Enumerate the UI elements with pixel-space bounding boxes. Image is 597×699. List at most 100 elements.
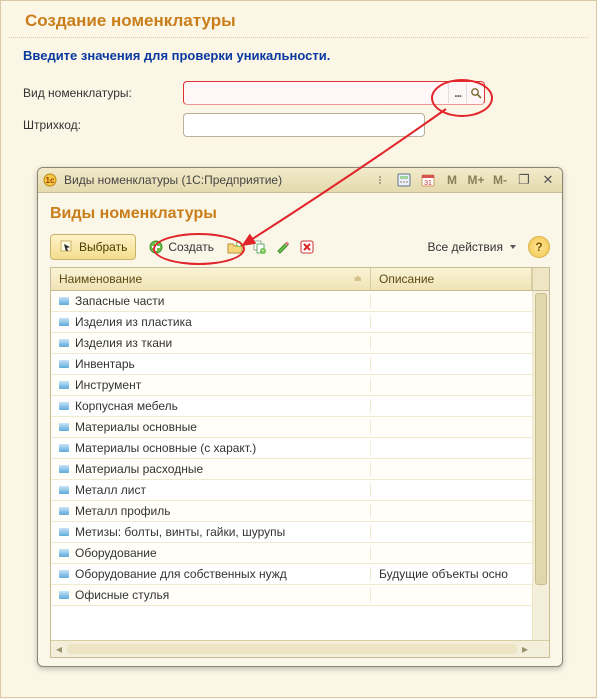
- window-restore-button[interactable]: ❐: [514, 171, 534, 189]
- create-button-label: Создать: [168, 240, 214, 254]
- nomenclature-type-picker-button[interactable]: ...: [448, 83, 466, 103]
- svg-text:31: 31: [424, 180, 432, 187]
- barcode-input[interactable]: [184, 115, 424, 135]
- delete-icon[interactable]: [298, 238, 316, 256]
- instruction-text: Введите значения для проверки уникальнос…: [1, 48, 596, 77]
- horizontal-scroll-track[interactable]: [67, 644, 517, 654]
- cell-name-text: Материалы основные: [75, 420, 197, 434]
- cell-name: Оборудование для собственных нужд: [51, 567, 371, 581]
- nomenclature-type-field[interactable]: ...: [183, 81, 485, 105]
- barcode-field[interactable]: [183, 113, 425, 137]
- create-button[interactable]: Создать: [142, 235, 220, 259]
- table-row[interactable]: Метизы: болты, винты, гайки, шурупы: [51, 522, 549, 543]
- table-row[interactable]: Материалы основные: [51, 417, 549, 438]
- cell-name-text: Изделия из ткани: [75, 336, 172, 350]
- item-icon: [59, 486, 69, 494]
- table-row[interactable]: Изделия из ткани: [51, 333, 549, 354]
- nomenclature-types-dialog: 1c Виды номенклатуры (1С:Предприятие) 31…: [37, 167, 563, 667]
- cell-name-text: Инструмент: [75, 378, 141, 392]
- cell-name-text: Металл профиль: [75, 504, 170, 518]
- nomenclature-type-input[interactable]: [184, 83, 448, 103]
- table-row[interactable]: Оборудование: [51, 543, 549, 564]
- cell-name: Запасные части: [51, 294, 371, 308]
- cell-name-text: Инвентарь: [75, 357, 135, 371]
- nomenclature-types-table: Наименование ≐ Описание Запасные части Из…: [50, 267, 550, 658]
- cell-desc: Будущие объекты осно: [371, 567, 533, 581]
- cell-name: Материалы расходные: [51, 462, 371, 476]
- item-icon: [59, 549, 69, 557]
- table-row[interactable]: Инструмент: [51, 375, 549, 396]
- item-icon: [59, 297, 69, 305]
- vertical-scroll-thumb[interactable]: [535, 293, 547, 585]
- item-icon: [59, 339, 69, 347]
- nomenclature-type-label: Вид номенклатуры:: [23, 86, 173, 100]
- table-row[interactable]: Материалы расходные: [51, 459, 549, 480]
- svg-text:1c: 1c: [46, 176, 55, 185]
- select-button[interactable]: Выбрать: [50, 234, 136, 260]
- dialog-window-title: Виды номенклатуры (1С:Предприятие): [62, 173, 366, 187]
- cell-name: Инвентарь: [51, 357, 371, 371]
- cell-name-text: Оборудование: [75, 546, 157, 560]
- cell-name: Металл лист: [51, 483, 371, 497]
- cell-name-text: Корпусная мебель: [75, 399, 178, 413]
- nomenclature-type-search-button[interactable]: [466, 83, 484, 103]
- dialog-heading: Виды номенклатуры: [50, 205, 550, 223]
- dialog-titlebar[interactable]: 1c Виды номенклатуры (1С:Предприятие) 31…: [38, 168, 562, 193]
- item-icon: [59, 381, 69, 389]
- cell-name-text: Материалы основные (с характ.): [75, 441, 256, 455]
- column-header-desc[interactable]: Описание: [371, 268, 532, 290]
- cell-name-text: Материалы расходные: [75, 462, 203, 476]
- table-row[interactable]: Материалы основные (с характ.): [51, 438, 549, 459]
- cell-name-text: Оборудование для собственных нужд: [75, 567, 287, 581]
- item-icon: [59, 318, 69, 326]
- item-icon: [59, 507, 69, 515]
- calendar-icon[interactable]: 31: [418, 171, 438, 189]
- item-icon: [59, 570, 69, 578]
- column-header-name[interactable]: Наименование ≐: [51, 268, 371, 290]
- page-title: Создание номенклатуры: [9, 1, 588, 38]
- cell-name: Оборудование: [51, 546, 371, 560]
- table-row[interactable]: Корпусная мебель: [51, 396, 549, 417]
- memory-m-minus-button[interactable]: M-: [490, 171, 510, 189]
- table-row[interactable]: Изделия из пластика: [51, 312, 549, 333]
- horizontal-scrollbar[interactable]: ◂ ▸: [51, 640, 549, 657]
- table-row[interactable]: Запасные части: [51, 291, 549, 312]
- cell-name-text: Металл лист: [75, 483, 146, 497]
- select-button-label: Выбрать: [79, 240, 127, 254]
- all-actions-dropdown[interactable]: Все действия: [422, 235, 522, 259]
- vertical-scrollbar[interactable]: [532, 291, 549, 640]
- table-row[interactable]: Офисные стулья: [51, 585, 549, 606]
- scroll-left-button[interactable]: ◂: [51, 642, 67, 656]
- dialog-toolbar: Выбрать Создать + Все действи: [50, 233, 550, 261]
- item-icon: [59, 465, 69, 473]
- cell-name: Метизы: болты, винты, гайки, шурупы: [51, 525, 371, 539]
- item-icon: [59, 444, 69, 452]
- all-actions-label: Все действия: [428, 240, 503, 254]
- item-icon: [59, 591, 69, 599]
- cell-name-text: Изделия из пластика: [75, 315, 192, 329]
- table-row[interactable]: Металл профиль: [51, 501, 549, 522]
- column-header-name-label: Наименование: [59, 272, 142, 286]
- memory-m-plus-button[interactable]: M+: [466, 171, 486, 189]
- cell-name: Материалы основные: [51, 420, 371, 434]
- copy-item-icon[interactable]: +: [250, 238, 268, 256]
- cell-name: Инструмент: [51, 378, 371, 392]
- table-row[interactable]: Металл лист: [51, 480, 549, 501]
- cell-name-text: Метизы: болты, винты, гайки, шурупы: [75, 525, 285, 539]
- scroll-right-button[interactable]: ▸: [517, 642, 533, 656]
- edit-pencil-icon[interactable]: [274, 238, 292, 256]
- cell-name: Металл профиль: [51, 504, 371, 518]
- window-close-button[interactable]: ✕: [538, 171, 558, 189]
- item-icon: [59, 528, 69, 536]
- new-folder-icon[interactable]: [226, 238, 244, 256]
- scrollbar-corner: [532, 268, 549, 290]
- table-row[interactable]: Инвентарь: [51, 354, 549, 375]
- help-button[interactable]: ?: [528, 236, 550, 258]
- cell-name-text: Запасные части: [75, 294, 164, 308]
- calculator-icon[interactable]: [394, 171, 414, 189]
- table-row[interactable]: Оборудование для собственных нужд Будущие…: [51, 564, 549, 585]
- item-icon: [59, 423, 69, 431]
- cell-name: Изделия из ткани: [51, 336, 371, 350]
- memory-m-button[interactable]: M: [442, 171, 462, 189]
- cell-name: Изделия из пластика: [51, 315, 371, 329]
